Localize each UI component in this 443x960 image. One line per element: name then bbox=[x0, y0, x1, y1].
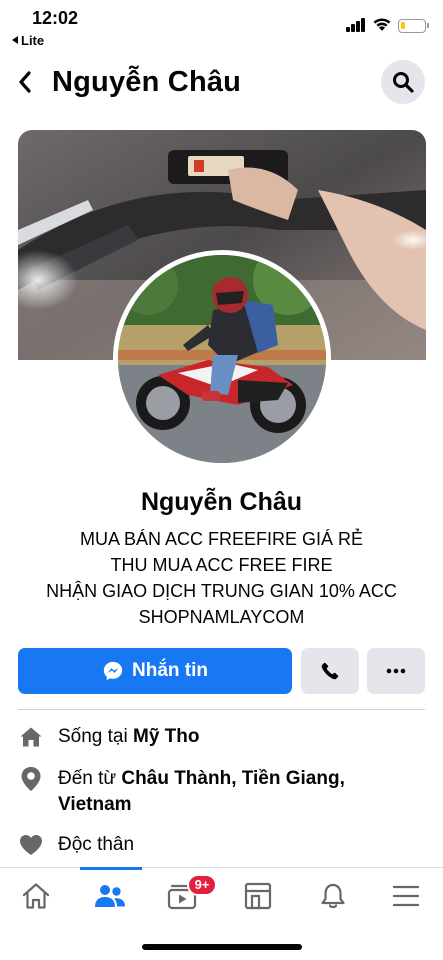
wifi-icon bbox=[373, 18, 391, 31]
home-indicator[interactable] bbox=[142, 944, 302, 950]
bio-line: MUA BÁN ACC FREEFIRE GIÁ RẺ bbox=[79, 529, 364, 549]
phone-icon bbox=[321, 662, 339, 680]
nav-friends[interactable] bbox=[80, 868, 140, 924]
watch-notification-badge: 9+ bbox=[187, 874, 217, 896]
marketplace-icon bbox=[244, 882, 272, 910]
status-bar: 12:02 Lite bbox=[0, 0, 443, 52]
nav-marketplace[interactable] bbox=[228, 868, 288, 924]
location-pin-icon bbox=[18, 766, 44, 792]
back-app-label: Lite bbox=[21, 33, 45, 48]
status-time: 12:02 bbox=[32, 8, 79, 28]
home-icon bbox=[18, 724, 44, 750]
lives-in-text: Sống tại Mỹ Tho bbox=[58, 724, 418, 750]
back-button[interactable] bbox=[10, 66, 40, 98]
page-title: Nguyễn Châu bbox=[52, 66, 242, 98]
menu-icon bbox=[392, 885, 420, 907]
detail-relationship: Độc thân bbox=[18, 832, 425, 858]
messenger-icon bbox=[103, 661, 123, 681]
home-icon bbox=[22, 883, 50, 909]
page-header: Nguyễn Châu bbox=[0, 52, 443, 116]
search-icon bbox=[393, 72, 414, 93]
from-label: Đến từ bbox=[58, 768, 122, 789]
from-place-country[interactable]: Vietnam bbox=[58, 794, 132, 815]
lives-in-place[interactable]: Mỹ Tho bbox=[133, 726, 200, 747]
bio-line: SHOPNAMLAYCOM bbox=[138, 607, 305, 627]
profile-bio: MUA BÁN ACC FREEFIRE GIÁ RẺ THU MUA ACC … bbox=[0, 526, 443, 630]
battery-level bbox=[401, 22, 405, 29]
divider bbox=[18, 709, 425, 710]
detail-from: Đến từ Châu Thành, Tiền Giang, Vietnam bbox=[18, 766, 425, 818]
nav-menu[interactable] bbox=[376, 868, 436, 924]
from-place[interactable]: Châu Thành, Tiền Giang, bbox=[121, 768, 344, 789]
profile-avatar-image bbox=[118, 255, 326, 463]
notifications-icon bbox=[321, 883, 345, 909]
heart-icon bbox=[18, 832, 44, 858]
nav-home[interactable] bbox=[6, 868, 66, 924]
relationship-text: Độc thân bbox=[58, 834, 135, 855]
signal-icon bbox=[346, 18, 366, 32]
battery-icon bbox=[398, 19, 429, 33]
nav-notifications[interactable] bbox=[303, 868, 363, 924]
profile-avatar[interactable] bbox=[113, 250, 331, 468]
bottom-navigation: 9+ bbox=[0, 867, 443, 923]
chevron-left-icon bbox=[19, 71, 31, 93]
profile-name: Nguyễn Châu bbox=[140, 488, 303, 516]
more-options-button[interactable] bbox=[367, 648, 425, 694]
back-triangle-icon bbox=[12, 36, 18, 44]
friends-icon bbox=[95, 885, 125, 907]
message-button-label: Nhắn tin bbox=[132, 660, 208, 681]
message-button[interactable]: Nhắn tin bbox=[18, 648, 292, 694]
bio-line: THU MUA ACC FREE FIRE bbox=[110, 555, 333, 575]
search-button[interactable] bbox=[381, 60, 425, 104]
detail-lives-in: Sống tại Mỹ Tho bbox=[18, 724, 425, 750]
bio-line: NHẬN GIAO DỊCH TRUNG GIAN 10% ACC bbox=[46, 581, 397, 601]
more-icon bbox=[386, 668, 406, 674]
lives-in-label: Sống tại bbox=[58, 726, 133, 747]
from-text: Đến từ Châu Thành, Tiền Giang, Vietnam bbox=[58, 766, 418, 818]
back-to-app-link[interactable]: Lite bbox=[12, 33, 44, 48]
call-button[interactable] bbox=[301, 648, 359, 694]
